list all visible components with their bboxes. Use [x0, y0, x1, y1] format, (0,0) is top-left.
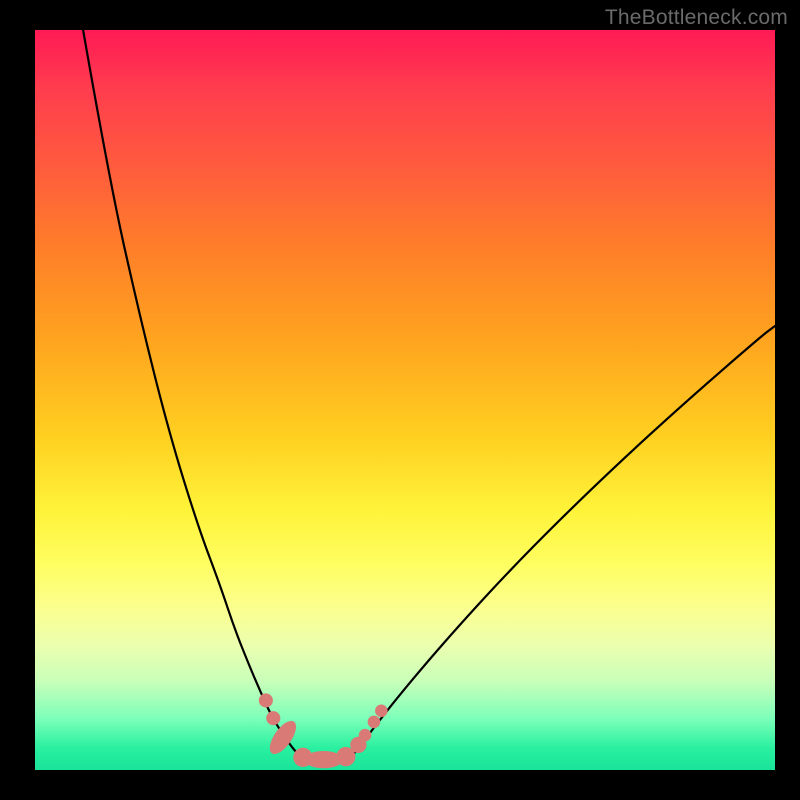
- data-markers: [259, 693, 388, 768]
- marker-point: [368, 716, 381, 729]
- chart-svg: [35, 30, 775, 770]
- watermark-label: TheBottleneck.com: [605, 6, 788, 30]
- chart-frame: TheBottleneck.com: [0, 0, 800, 800]
- marker-point: [259, 693, 273, 707]
- marker-point: [375, 705, 388, 718]
- marker-point: [266, 711, 280, 725]
- marker-point: [359, 729, 372, 742]
- curve-lines: [83, 30, 775, 759]
- curve-left-limb: [83, 30, 303, 759]
- plot-area: [35, 30, 775, 770]
- curve-right-limb: [350, 326, 776, 759]
